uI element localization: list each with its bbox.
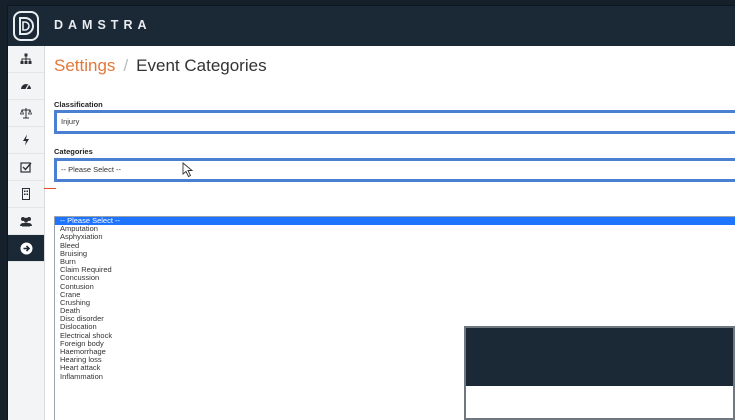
dropdown-option[interactable]: Bleed [55,241,735,250]
dropdown-option[interactable]: Amputation [55,224,735,233]
arrow-right-circle-icon[interactable] [8,235,44,262]
dropdown-option[interactable]: Concussion [55,274,735,282]
breadcrumb-current: Event Categories [136,56,267,75]
dropdown-option[interactable]: Crushing [55,298,735,307]
classification-field[interactable]: Injury [54,110,735,134]
sidebar [8,46,45,420]
dropdown-option[interactable]: Contusion [55,282,735,291]
dropdown-option[interactable]: Claim Required [55,265,735,274]
breadcrumb-separator: / [123,56,129,75]
users-icon[interactable] [8,208,44,235]
divider-mark [44,188,56,189]
sitemap-icon[interactable] [8,46,44,73]
bolt-icon[interactable] [8,127,44,154]
damstra-logo-icon[interactable] [8,6,44,46]
dropdown-option[interactable]: Burn [55,257,735,266]
breadcrumb-settings[interactable]: Settings [54,56,115,75]
dropdown-option[interactable]: Asphyxiation [55,233,735,241]
dashboard-icon[interactable] [8,73,44,100]
dropdown-option[interactable]: Bruising [55,249,735,258]
page-title: Settings / Event Categories [54,56,267,76]
dropdown-option[interactable]: Disc disorder [55,315,735,323]
scales-icon[interactable] [8,100,44,127]
overlapping-window[interactable] [464,326,735,420]
dropdown-option[interactable]: Death [55,306,735,315]
top-navbar: DAMSTRA [8,6,735,46]
categories-label: Categories [54,147,93,156]
dropdown-option[interactable]: Crane [55,290,735,299]
building-icon[interactable] [8,181,44,208]
classification-label: Classification [54,100,103,109]
checkbox-icon[interactable] [8,154,44,181]
brand-name: DAMSTRA [54,18,152,32]
categories-select[interactable]: -- Please Select -- [54,158,735,182]
mouse-cursor-icon [182,162,194,178]
overlapping-window-header [466,328,733,386]
dropdown-option-please-select[interactable]: -- Please Select -- [55,217,735,226]
